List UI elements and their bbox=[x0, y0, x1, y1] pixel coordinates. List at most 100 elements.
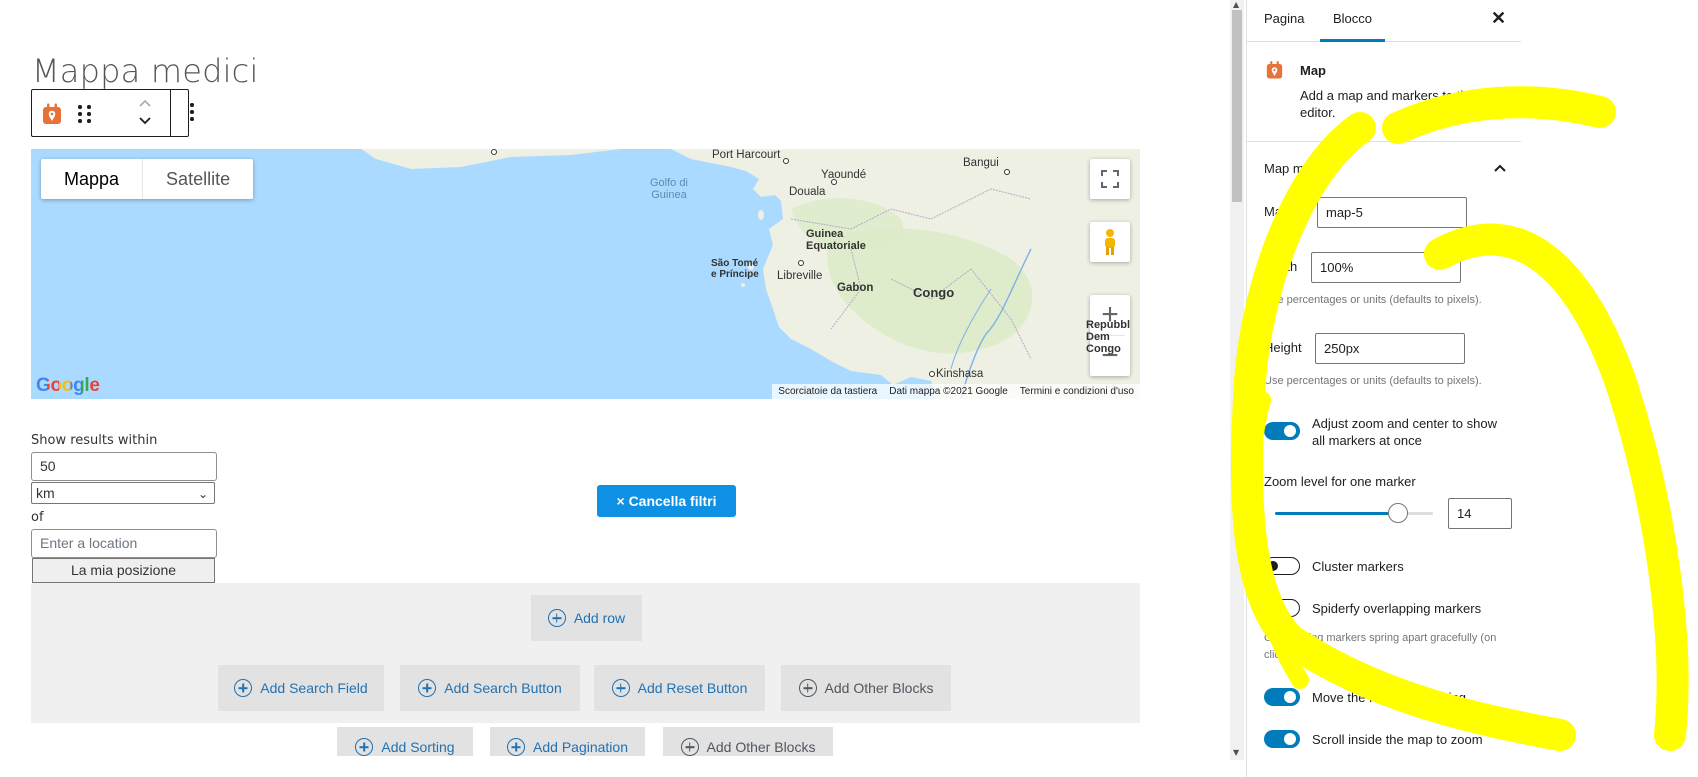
add-search-field-button[interactable]: Add Search Field bbox=[218, 665, 384, 711]
page-title[interactable]: Mappa medici bbox=[32, 52, 259, 90]
drag-map-toggle[interactable] bbox=[1264, 688, 1300, 706]
add-reset-button-button[interactable]: Add Reset Button bbox=[594, 665, 765, 711]
chevron-down-icon: ⌄ bbox=[197, 487, 208, 501]
zoom-level-input[interactable]: 14 bbox=[1448, 498, 1512, 529]
map-label-bangui: Bangui bbox=[963, 157, 999, 169]
add-other-blocks-label: Add Other Blocks bbox=[824, 680, 934, 696]
plus-circle-icon bbox=[547, 609, 566, 627]
spiderfy-label: Spiderfy overlapping markers bbox=[1312, 601, 1482, 616]
toolbar-divider bbox=[170, 90, 171, 136]
zoom-level-slider-fill bbox=[1275, 512, 1399, 515]
map-marker-block-icon[interactable] bbox=[42, 103, 62, 125]
block-toolbar bbox=[31, 89, 194, 137]
width-help-text: Use percentages or units (defaults to pi… bbox=[1264, 294, 1482, 306]
map-label-equatorial-guinea: Guinea Equatoriale bbox=[806, 228, 866, 252]
plus-circle-icon bbox=[680, 738, 699, 756]
my-location-button[interactable]: La mia posizione bbox=[32, 558, 215, 583]
cluster-markers-toggle[interactable] bbox=[1264, 557, 1300, 575]
height-label: Height bbox=[1264, 340, 1302, 355]
add-search-field-label: Add Search Field bbox=[260, 680, 368, 696]
width-input[interactable]: 100% bbox=[1311, 252, 1461, 283]
pegman-icon[interactable] bbox=[1090, 222, 1130, 262]
settings-sidebar: Pagina Blocco ✕ Map Add a map and marker… bbox=[1246, 0, 1521, 777]
map-label-congo: Congo bbox=[913, 285, 955, 300]
within-label: Show results within bbox=[31, 433, 158, 448]
chevron-up-icon[interactable] bbox=[1493, 160, 1507, 176]
spiderfy-toggle[interactable] bbox=[1264, 599, 1300, 617]
unit-select-value: km bbox=[36, 485, 55, 501]
plus-circle-icon bbox=[507, 738, 526, 756]
map-label-port-harcourt: Port Harcourt bbox=[712, 149, 781, 161]
scrollbar-thumb[interactable] bbox=[1232, 10, 1242, 202]
tab-page[interactable]: Pagina bbox=[1264, 11, 1304, 26]
close-icon[interactable]: ✕ bbox=[1491, 8, 1506, 29]
location-input[interactable]: Enter a location bbox=[31, 529, 217, 558]
map-label-kinshasa: Kinshasa bbox=[936, 368, 984, 380]
sidebar-tabs: Pagina Blocco ✕ bbox=[1247, 0, 1521, 42]
map-marker-block-icon bbox=[1266, 61, 1283, 79]
spiderfy-help-text: Overlapping markers spring apart gracefu… bbox=[1264, 632, 1497, 661]
map-city-dot bbox=[491, 149, 497, 155]
height-help-text: Use percentages or units (defaults to pi… bbox=[1264, 375, 1482, 387]
zoom-level-slider[interactable] bbox=[1275, 503, 1433, 523]
plus-circle-icon bbox=[418, 679, 437, 697]
block-description: Add a map and markers to the editor. bbox=[1300, 88, 1475, 120]
map-label-libreville: Libreville bbox=[777, 270, 823, 282]
unit-select[interactable]: km ⌄ bbox=[31, 482, 215, 504]
drag-handle-icon[interactable] bbox=[78, 103, 96, 123]
scroll-zoom-label: Scroll inside the map to zoom bbox=[1312, 732, 1483, 747]
map-city-dot bbox=[783, 158, 789, 164]
add-row-label: Add row bbox=[573, 610, 626, 626]
map-label-gabon: Gabon bbox=[837, 282, 874, 294]
plus-circle-icon bbox=[611, 679, 630, 697]
terms-link[interactable]: Termini e condizioni d'uso bbox=[1020, 384, 1134, 399]
zoom-level-slider-thumb[interactable] bbox=[1388, 503, 1409, 523]
adjust-zoom-toggle[interactable] bbox=[1264, 422, 1300, 440]
google-logo: Google bbox=[36, 375, 100, 396]
add-other-blocks-label: Add Other Blocks bbox=[706, 739, 816, 755]
height-input[interactable]: 250px bbox=[1315, 333, 1465, 364]
tab-block[interactable]: Blocco bbox=[1319, 11, 1386, 42]
add-other-blocks-button[interactable]: Add Other Blocks bbox=[781, 665, 951, 711]
google-map[interactable]: Mappa Satellite + − Port Harcourt Golfo … bbox=[31, 149, 1140, 399]
map-id-input[interactable]: map-5 bbox=[1317, 197, 1467, 228]
zoom-level-label: Zoom level for one marker bbox=[1264, 474, 1416, 489]
map-type-map-tab[interactable]: Mappa bbox=[41, 159, 144, 199]
map-city-dot bbox=[798, 260, 804, 266]
drag-map-label: Move the map by dragging bbox=[1312, 690, 1466, 705]
viewport-bottom bbox=[0, 756, 1230, 777]
width-label: Width bbox=[1264, 259, 1298, 274]
plus-circle-icon bbox=[355, 738, 374, 756]
map-city-dot bbox=[831, 179, 837, 185]
add-reset-button-label: Add Reset Button bbox=[637, 680, 748, 696]
map-label-gulf-of-guinea: Golfo di Guinea bbox=[650, 177, 688, 201]
add-row-button[interactable]: Add row bbox=[531, 595, 642, 641]
map-label-douala: Douala bbox=[789, 186, 826, 198]
add-search-button-button[interactable]: Add Search Button bbox=[400, 665, 580, 711]
map-label-yaounde: Yaoundé bbox=[821, 169, 867, 181]
keyboard-shortcuts-link[interactable]: Scorciatoie da tastiera bbox=[778, 384, 877, 399]
add-sorting-label: Add Sorting bbox=[381, 739, 455, 755]
map-label-drc: Repubbl Dem Congo bbox=[1086, 319, 1130, 355]
plus-circle-icon bbox=[798, 679, 817, 697]
scroll-zoom-toggle[interactable] bbox=[1264, 730, 1300, 748]
map-type-control: Mappa Satellite bbox=[41, 159, 254, 199]
map-city-dot bbox=[1004, 169, 1010, 175]
of-label: of bbox=[31, 510, 44, 525]
scroll-up-arrow-icon[interactable]: ▲ bbox=[1233, 0, 1239, 9]
editor-scrollbar[interactable]: ▲ ▼ bbox=[1230, 0, 1244, 760]
map-type-satellite-tab[interactable]: Satellite bbox=[143, 159, 253, 199]
fullscreen-icon[interactable] bbox=[1090, 159, 1130, 199]
scroll-down-arrow-icon[interactable]: ▼ bbox=[1233, 748, 1239, 757]
move-up-down-icon[interactable] bbox=[136, 94, 154, 132]
panel-title[interactable]: Map map-5 bbox=[1264, 161, 1330, 176]
clear-filters-button[interactable]: × Cancella filtri bbox=[597, 485, 736, 517]
block-card: Map Add a map and markers to the editor. bbox=[1247, 42, 1521, 142]
plus-circle-icon bbox=[234, 679, 253, 697]
map-city-dot bbox=[929, 371, 935, 377]
map-data-text: Dati mappa ©2021 Google bbox=[889, 386, 1008, 397]
block-title: Map bbox=[1300, 63, 1326, 78]
map-label-sao-tome: São Tomé e Príncipe bbox=[711, 258, 759, 280]
more-options-icon[interactable] bbox=[188, 103, 196, 123]
distance-input[interactable]: 50 bbox=[31, 452, 217, 481]
